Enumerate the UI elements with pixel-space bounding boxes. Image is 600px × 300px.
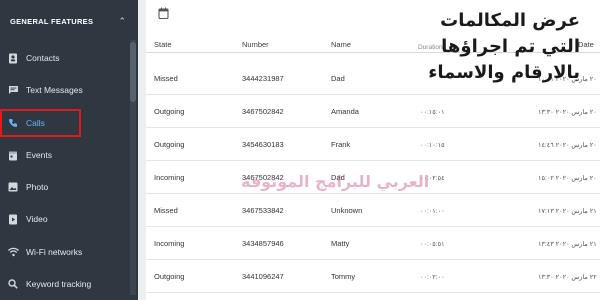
calls-highlight-box — [0, 109, 81, 137]
cell-state: Missed — [154, 206, 178, 215]
calendar-icon — [0, 150, 26, 161]
cell-date: ٢١ مارس ٢٠٢٠ ١٣:٤٣ — [538, 241, 597, 248]
cell-name: Matty — [331, 239, 350, 248]
overlay-line: التي تم اجراؤها — [441, 36, 580, 57]
cell-duration: ٠٠:١٠:١٥ — [420, 142, 445, 149]
sidebar-item-label: Text Messages — [26, 85, 83, 95]
sidebar-item-photo[interactable]: Photo — [0, 172, 126, 202]
cell-date: ٢٠ مارس ٢٠٢٠ ١٤:٤٦ — [538, 142, 597, 149]
cell-state: Missed — [154, 74, 178, 83]
table-row[interactable]: Outgoing 3441096247 Tommy ٠٠:٠٢:٠٠ ٢٢ ما… — [146, 260, 600, 293]
cell-number: 3441096247 — [242, 272, 284, 281]
message-icon — [0, 85, 26, 95]
image-icon — [0, 182, 26, 192]
calendar-icon[interactable] — [158, 6, 169, 24]
table-row[interactable]: Missed 3467533842 Unknown ٠٠:٠١:٠٠ ٢١ ما… — [146, 194, 600, 227]
cell-number: 3434857946 — [242, 239, 284, 248]
section-title: GENERAL FEATURES — [10, 16, 94, 26]
main-content: State Number Name Duration Date Missed 3… — [138, 0, 600, 300]
column-header-state[interactable]: State — [154, 40, 172, 49]
cell-name: Frank — [331, 140, 351, 149]
cell-state: Incoming — [154, 239, 185, 248]
video-icon — [0, 214, 26, 225]
sidebar-item-label: Photo — [26, 182, 49, 192]
overlay-line: بالارقام والاسماء — [428, 62, 580, 83]
table-row[interactable]: Outgoing 3454630183 Frank ٠٠:١٠:١٥ ٢٠ ما… — [146, 128, 600, 161]
wifi-icon — [0, 247, 26, 257]
cell-date: ٢٢ مارس ٢٠٢٠ ١٣:٣٠ — [538, 274, 597, 281]
watermark: العربي للبرامج الموثوقة — [241, 172, 430, 191]
cell-state: Outgoing — [154, 272, 185, 281]
search-icon — [0, 279, 26, 289]
sidebar-item-label: Wi-Fi networks — [26, 247, 83, 257]
table-row[interactable]: Incoming 3434857946 Matty ٠٠:٠٥:٥١ ٢١ ما… — [146, 227, 600, 260]
sidebar-item-wifi-networks[interactable]: Wi-Fi networks — [0, 237, 126, 267]
sidebar-item-label: Contacts — [26, 53, 60, 63]
sidebar-item-events[interactable]: Events — [0, 140, 126, 170]
sidebar-item-keyword-tracking[interactable]: Keyword tracking — [0, 269, 126, 299]
sidebar-scrollbar-thumb[interactable] — [130, 42, 136, 102]
cell-state: Outgoing — [154, 140, 185, 149]
cell-duration: ٠٠:٠١:٠٠ — [420, 208, 445, 215]
cell-state: Outgoing — [154, 107, 185, 116]
cell-name: Tommy — [331, 272, 356, 281]
calls-table-card: State Number Name Duration Date Missed 3… — [146, 0, 600, 300]
sidebar-item-video[interactable]: Video — [0, 204, 126, 234]
sidebar-item-label: Video — [26, 214, 48, 224]
column-header-date[interactable]: Date — [578, 40, 594, 49]
cell-number: 3467502842 — [242, 107, 284, 116]
overlay-line: عرض المكالمات — [440, 10, 580, 31]
cell-date: ٢١ مارس ٢٠٢٠ ١٧:١٣ — [538, 208, 597, 215]
cell-duration: ٠٠:٠٢:٠٠ — [420, 274, 445, 281]
table-row[interactable]: Outgoing 3467502842 Amanda ٠٠:١٥:٠١ ٢٠ م… — [146, 95, 600, 128]
cell-name: Unknown — [331, 206, 363, 215]
cell-number: 3454630183 — [242, 140, 284, 149]
cell-name: Amanda — [331, 107, 359, 116]
sidebar-section-header[interactable]: GENERAL FEATURES ⌃ — [0, 0, 138, 42]
overlay-annotation: عرض المكالمات التي تم اجراؤها بالارقام و… — [340, 8, 580, 86]
cell-date: ٢٠ مارس ٢٠٢٠ ١٥:٠٢ — [538, 175, 597, 182]
chevron-up-icon[interactable]: ⌃ — [118, 16, 126, 27]
sidebar-item-text-messages[interactable]: Text Messages — [0, 75, 126, 105]
contacts-icon — [0, 53, 26, 64]
cell-number: 3467533842 — [242, 206, 284, 215]
cell-date: ٢٠ مارس ٢٠٢٠ ١٣:٣٠ — [538, 109, 597, 116]
sidebar-item-contacts[interactable]: Contacts — [0, 43, 126, 73]
cell-number: 3444231987 — [242, 74, 284, 83]
sidebar: GENERAL FEATURES ⌃ Contacts Text Message… — [0, 0, 138, 300]
sidebar-item-label: Keyword tracking — [26, 279, 92, 289]
cell-duration: ٠٠:١٥:٠١ — [420, 109, 445, 116]
cell-duration: ٠٠:٠٥:٥١ — [420, 241, 445, 248]
cell-state: Incoming — [154, 173, 185, 182]
column-header-number[interactable]: Number — [242, 40, 269, 49]
sidebar-item-label: Events — [26, 150, 52, 160]
